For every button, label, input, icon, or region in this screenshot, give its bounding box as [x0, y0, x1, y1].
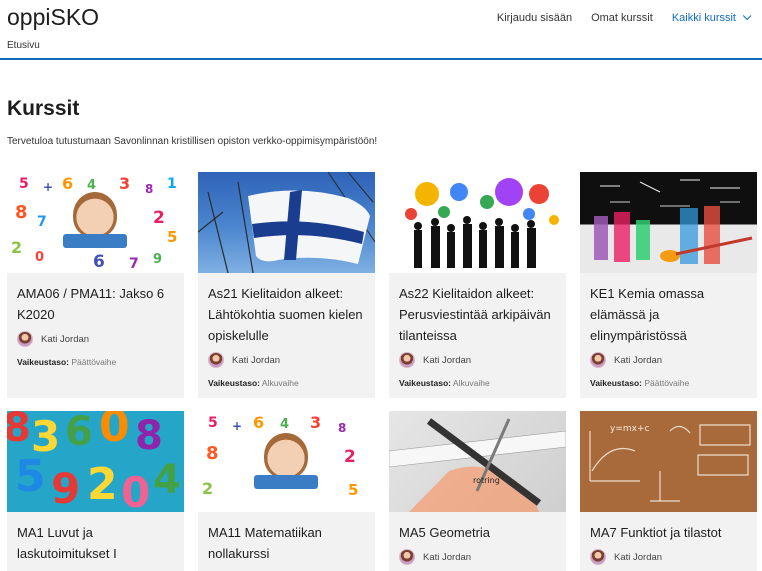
course-image-number-blocks: 8 3 6 0 8 5 9 2 0 4 — [7, 411, 184, 512]
course-teacher: Kati Jordan — [7, 325, 184, 347]
level-value: Alkuvaihe — [261, 378, 299, 388]
svg-text:8: 8 — [135, 413, 163, 459]
course-level: Vaikeustaso: Päättövaihe — [580, 368, 757, 388]
course-image-people-speech-bubbles — [389, 172, 566, 273]
people-illustration — [405, 178, 559, 268]
course-name[interactable]: MA5 Geometria — [389, 512, 566, 543]
avatar — [590, 549, 606, 565]
avatar — [208, 352, 224, 368]
svg-text:0: 0 — [99, 411, 130, 452]
svg-text:2: 2 — [87, 459, 118, 510]
level-value: Päättövaihe — [71, 357, 117, 367]
avatar — [590, 352, 606, 368]
course-name[interactable]: MA7 Funktiot ja tilastot — [580, 512, 757, 543]
site-header: oppiSKO Etusivu Kirjaudu sisään Omat kur… — [0, 0, 762, 60]
site-brand[interactable]: oppiSKO — [7, 4, 99, 31]
course-image-chemistry-flasks — [580, 172, 757, 273]
course-card[interactable]: 5 + 6 4 3 8 1 8 7 2 5 2 0 6 7 9 AMA06 / … — [7, 172, 184, 398]
level-label: Vaikeustaso: — [399, 378, 451, 388]
course-card[interactable]: KE1 Kemia omassa elämässä ja elinympäris… — [580, 172, 757, 398]
course-name[interactable]: As22 Kielitaidon alkeet: Perusviestintää… — [389, 273, 566, 346]
welcome-text: Tervetuloa tutustumaan Savonlinnan krist… — [7, 136, 378, 147]
course-name[interactable]: As21 Kielitaidon alkeet: Lähtökohtia suo… — [198, 273, 375, 346]
nav-login-link[interactable]: Kirjaudu sisään — [497, 12, 572, 24]
svg-text:8: 8 — [7, 411, 31, 451]
level-label: Vaikeustaso: — [208, 378, 260, 388]
course-name[interactable]: KE1 Kemia omassa elämässä ja elinympäris… — [580, 273, 757, 346]
course-name[interactable]: AMA06 / PMA11: Jakso 6 K2020 — [7, 273, 184, 325]
course-teacher: Kati Jordan — [198, 346, 375, 368]
nav-all-courses-label: Kaikki kurssit — [671, 12, 736, 24]
chevron-down-icon — [742, 11, 752, 21]
course-image-numbers-boy: 5 + 6 4 3 8 8 2 2 5 — [198, 411, 375, 512]
teacher-name[interactable]: Kati Jordan — [41, 334, 89, 345]
course-level: Vaikeustaso: Alkuvaihe — [198, 368, 375, 388]
breadcrumb[interactable]: Etusivu — [7, 40, 40, 51]
course-card[interactable]: 5 + 6 4 3 8 8 2 2 5 MA11 Matematiikan no… — [198, 411, 375, 571]
nav-my-courses-link[interactable]: Omat kurssit — [591, 12, 653, 24]
svg-text:5: 5 — [15, 451, 46, 502]
flag-illustration — [198, 172, 375, 273]
svg-text:6: 6 — [65, 411, 93, 455]
svg-text:9: 9 — [51, 464, 80, 512]
course-level: Vaikeustaso: Alkuvaihe — [389, 368, 566, 388]
svg-text:y=mx+c: y=mx+c — [610, 424, 650, 434]
level-value: Päättövaihe — [644, 378, 690, 388]
teacher-name[interactable]: Kati Jordan — [232, 355, 280, 366]
teacher-name[interactable]: Kati Jordan — [614, 355, 662, 366]
course-teacher: Kati Jordan — [580, 346, 757, 368]
course-card[interactable]: y=mx+c MA7 Funktiot ja tilastot Kati Jor… — [580, 411, 757, 571]
course-image-ruler-pen: rotring — [389, 411, 566, 512]
course-level: Vaikeustaso: Päättövaihe — [7, 347, 184, 367]
avatar — [17, 331, 33, 347]
course-card[interactable]: As21 Kielitaidon alkeet: Lähtökohtia suo… — [198, 172, 375, 398]
svg-text:4: 4 — [153, 457, 181, 503]
course-teacher: Kati Jordan — [389, 346, 566, 368]
teacher-name[interactable]: Kati Jordan — [423, 552, 471, 563]
chemistry-illustration — [594, 179, 753, 264]
course-name[interactable]: MA1 Luvut ja laskutoimitukset I — [7, 512, 184, 564]
course-name[interactable]: MA11 Matematiikan nollakurssi — [198, 512, 375, 564]
teacher-name[interactable]: Kati Jordan — [423, 355, 471, 366]
level-value: Alkuvaihe — [452, 378, 490, 388]
course-image-finnish-flag — [198, 172, 375, 273]
chalkboard-illustration: y=mx+c — [589, 424, 751, 502]
page-title: Kurssit — [7, 97, 80, 120]
course-image-chalkboard-math: y=mx+c — [580, 411, 757, 512]
avatar — [399, 352, 415, 368]
level-label: Vaikeustaso: — [17, 357, 69, 367]
course-teacher: Kati Jordan — [580, 543, 757, 565]
top-nav: Kirjaudu sisään Omat kurssit Kaikki kurs… — [478, 11, 752, 24]
number-blocks-illustration: 8 3 6 0 8 5 9 2 0 4 — [7, 411, 181, 512]
avatar — [399, 549, 415, 565]
svg-text:rotring: rotring — [473, 476, 500, 485]
course-card[interactable]: As22 Kielitaidon alkeet: Perusviestintää… — [389, 172, 566, 398]
level-label: Vaikeustaso: — [590, 378, 642, 388]
course-teacher: Kati Jordan — [389, 543, 566, 565]
svg-text:0: 0 — [121, 468, 150, 512]
ruler-pen-illustration: rotring — [389, 418, 566, 512]
course-image-numbers-boy: 5 + 6 4 3 8 1 8 7 2 5 2 0 6 7 9 — [7, 172, 184, 273]
teacher-name[interactable]: Kati Jordan — [614, 552, 662, 563]
course-card[interactable]: rotring MA5 Geometria Kati Jordan — [389, 411, 566, 571]
nav-all-courses-dropdown[interactable]: Kaikki kurssit — [671, 11, 752, 24]
course-card[interactable]: 8 3 6 0 8 5 9 2 0 4 MA1 Luvut ja laskuto… — [7, 411, 184, 571]
